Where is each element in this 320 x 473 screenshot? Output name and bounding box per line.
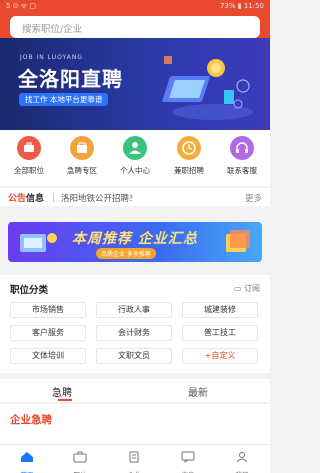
promo-illustration: [20, 233, 57, 252]
category-chip[interactable]: 城建装修: [182, 302, 258, 318]
shortcut-label: 全部职位: [14, 166, 44, 175]
section-title: 企业急聘: [10, 414, 52, 426]
clock-icon: [177, 136, 201, 160]
notice-divider: [53, 193, 54, 202]
promo-3d-icon: [226, 230, 250, 252]
shortcut-all-jobs[interactable]: 全部职位: [4, 136, 54, 184]
tab-latest[interactable]: 最新: [188, 384, 208, 399]
briefcase-icon: [17, 136, 41, 160]
nav-jobs[interactable]: 职位: [60, 448, 100, 473]
bag-icon: [70, 136, 94, 160]
category-title: 职位分类: [10, 285, 49, 296]
nav-home[interactable]: 首页: [7, 448, 47, 473]
banner-illustration: [162, 56, 253, 120]
status-right: 73% ▮ 11:50: [219, 2, 264, 10]
job-tabs: 急聘 最新: [0, 379, 270, 403]
tab-urgent[interactable]: 急聘: [52, 384, 72, 399]
building-icon: [129, 451, 139, 463]
nav-messages[interactable]: 消息: [168, 448, 208, 473]
briefcase-icon: [73, 451, 87, 463]
status-left: 5 ⊙ ᯤ ▢: [6, 2, 36, 10]
promo-title: 本周推荐 企业汇总: [72, 231, 198, 247]
urgent-section: 企业急聘: [0, 404, 270, 444]
nav-label: 首页: [7, 469, 47, 473]
promo-subtitle: 品质企业 多多推荐: [96, 248, 156, 259]
shortcut-label: 兼职招聘: [174, 166, 204, 175]
search-input[interactable]: 搜索职位/企业: [22, 21, 82, 35]
search-box[interactable]: 搜索职位/企业: [10, 16, 260, 38]
shortcut-label: 个人中心: [120, 166, 150, 175]
home-icon: [21, 452, 33, 462]
category-chip[interactable]: 文职文员: [96, 348, 172, 364]
tab-indicator: [58, 399, 72, 401]
nav-company[interactable]: 企业: [114, 448, 154, 473]
shortcut-label: 联系客服: [227, 166, 257, 175]
banner-slogan: 找工作 本地平台更靠谱: [19, 93, 109, 106]
nav-label: 消息: [168, 469, 208, 473]
category-chip[interactable]: 行政人事: [96, 302, 172, 318]
custom-category-button[interactable]: +自定义: [182, 348, 258, 364]
app-screen: 5 ⊙ ᯤ ▢ 73% ▮ 11:50 JOB IN LUOYANG 全洛阳直聘…: [0, 0, 270, 473]
notice-tag: 公告信息: [8, 191, 44, 204]
shortcut-personal[interactable]: 个人中心: [110, 136, 160, 184]
category-chip[interactable]: 客户服务: [10, 325, 86, 341]
shortcut-support[interactable]: 联系客服: [217, 136, 267, 184]
headset-icon: [230, 136, 254, 160]
category-chip[interactable]: 文体培训: [10, 348, 86, 364]
category-panel: 职位分类 ▭ 订阅 市场销售 行政人事 城建装修 客户服务 会计财务 普工技工 …: [0, 275, 270, 373]
notice-more-link[interactable]: 更多: [245, 192, 262, 204]
notice-bar[interactable]: 公告信息 洛阳地铁公开招聘！ 更多: [0, 188, 270, 206]
shortcut-label: 急聘专区: [67, 166, 97, 175]
subscribe-button[interactable]: ▭ 订阅: [234, 283, 260, 294]
notice-message[interactable]: 洛阳地铁公开招聘！: [61, 192, 138, 204]
promo-banner[interactable]: 本周推荐 企业汇总 品质企业 多多推荐: [8, 222, 262, 262]
person-icon: [123, 136, 147, 160]
user-icon: [236, 452, 248, 463]
category-chip[interactable]: 普工技工: [182, 325, 258, 341]
category-chip[interactable]: 会计财务: [96, 325, 172, 341]
notice-tag-a: 公告: [8, 194, 27, 204]
nav-profile[interactable]: 我的: [222, 448, 262, 473]
status-bar: 5 ⊙ ᯤ ▢ 73% ▮ 11:50: [0, 0, 270, 12]
nav-label: 企业: [114, 469, 154, 473]
nav-label: 我的: [222, 469, 262, 473]
banner-subtitle: JOB IN LUOYANG: [20, 54, 83, 61]
notice-tag-b: 信息: [26, 194, 45, 204]
category-chip[interactable]: 市场销售: [10, 302, 86, 318]
nav-label: 职位: [60, 469, 100, 473]
hero-banner[interactable]: JOB IN LUOYANG 全洛阳直聘 找工作 本地平台更靠谱: [0, 38, 270, 130]
shortcut-parttime[interactable]: 兼职招聘: [164, 136, 214, 184]
shortcut-urgent[interactable]: 急聘专区: [57, 136, 107, 184]
banner-title: 全洛阳直聘: [18, 67, 123, 91]
bottom-nav: 首页 职位 企业 消息 我的: [0, 444, 270, 473]
shortcut-row: 全部职位 急聘专区 个人中心 兼职招聘 联系客服: [0, 130, 270, 186]
message-icon: [181, 451, 195, 463]
